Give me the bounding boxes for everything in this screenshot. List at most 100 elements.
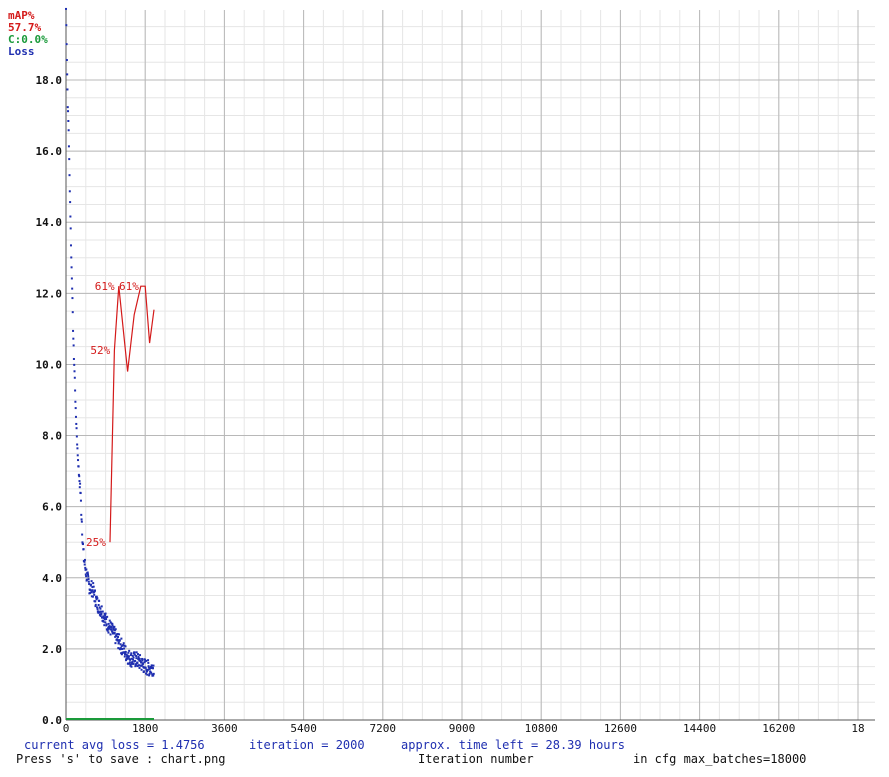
loss-point xyxy=(113,625,116,628)
loss-point xyxy=(100,612,103,615)
loss-point xyxy=(151,667,154,670)
loss-point xyxy=(128,661,131,664)
loss-point xyxy=(140,668,143,671)
loss-point xyxy=(87,578,90,581)
loss-point xyxy=(69,215,72,218)
loss-point xyxy=(106,615,109,618)
loss-point xyxy=(104,614,107,617)
loss-point xyxy=(65,7,67,10)
loss-point xyxy=(142,670,145,673)
loss-point xyxy=(67,120,70,123)
loss-point xyxy=(70,266,73,269)
loss-point xyxy=(103,624,106,627)
loss-point xyxy=(71,297,74,300)
loss-point xyxy=(82,548,85,551)
x-tick-label: 1800 xyxy=(132,722,159,735)
loss-point xyxy=(86,571,89,574)
max-batches-text: in cfg max_batches=18000 xyxy=(633,752,807,766)
loss-point xyxy=(122,642,125,645)
loss-point xyxy=(105,623,108,626)
loss-point xyxy=(69,201,72,204)
loss-point xyxy=(111,622,114,625)
y-tick-label: 10.0 xyxy=(36,358,63,371)
loss-point xyxy=(87,580,90,583)
loss-point xyxy=(110,626,113,629)
loss-point xyxy=(138,657,141,660)
loss-point xyxy=(102,620,105,623)
loss-point xyxy=(72,337,75,340)
loss-point xyxy=(71,287,74,290)
legend-loss-label: Loss xyxy=(8,45,35,58)
loss-point xyxy=(116,639,119,642)
loss-point xyxy=(99,610,102,613)
loss-point xyxy=(83,563,86,566)
loss-point xyxy=(65,59,68,62)
loss-point xyxy=(75,435,78,438)
loss-point xyxy=(72,357,75,360)
loss-point xyxy=(108,619,111,622)
loss-point xyxy=(72,344,75,347)
loss-point xyxy=(72,329,75,332)
y-tick-label: 14.0 xyxy=(36,216,63,229)
loss-point xyxy=(121,647,124,650)
loss-point xyxy=(135,654,138,657)
loss-point xyxy=(133,651,136,654)
x-tick-label: 18 xyxy=(851,722,864,735)
loss-point xyxy=(152,672,155,675)
loss-point xyxy=(117,635,120,638)
loss-point xyxy=(82,543,85,546)
loss-point xyxy=(134,659,137,662)
map-annotation: 61% xyxy=(119,280,139,293)
loss-point xyxy=(79,482,82,485)
loss-point xyxy=(135,651,138,654)
save-hint-text: Press 's' to save : chart.png xyxy=(16,752,226,766)
loss-point xyxy=(66,73,69,76)
loss-point xyxy=(96,608,99,611)
loss-point xyxy=(92,582,95,585)
loss-point xyxy=(144,666,147,669)
loss-point xyxy=(100,605,103,608)
loss-point xyxy=(67,145,70,148)
loss-point xyxy=(69,227,72,230)
loss-point xyxy=(118,633,121,636)
loss-point xyxy=(70,277,73,280)
loss-point xyxy=(74,407,77,410)
loss-point xyxy=(77,465,80,468)
loss-point xyxy=(119,643,122,646)
loss-point xyxy=(127,655,130,658)
loss-point xyxy=(94,600,97,603)
x-tick-label: 12600 xyxy=(604,722,637,735)
loss-point xyxy=(68,190,71,193)
loss-point xyxy=(123,655,126,658)
loss-point xyxy=(80,518,83,521)
loss-point xyxy=(90,580,93,583)
loss-point xyxy=(130,665,133,668)
loss-point xyxy=(107,631,110,634)
loss-point xyxy=(146,673,149,676)
loss-point xyxy=(136,653,139,656)
loss-point xyxy=(83,558,86,561)
loss-point xyxy=(114,628,117,631)
x-tick-label: 14400 xyxy=(683,722,716,735)
loss-point xyxy=(130,652,133,655)
loss-point xyxy=(93,593,96,596)
loss-point xyxy=(65,43,68,46)
loss-point xyxy=(98,599,101,602)
loss-point xyxy=(147,661,150,664)
x-tick-label: 5400 xyxy=(290,722,317,735)
loss-point xyxy=(74,415,77,418)
loss-point xyxy=(81,533,84,536)
loss-point xyxy=(93,589,96,592)
loss-point xyxy=(73,363,76,366)
loss-point xyxy=(118,639,121,642)
loss-point xyxy=(73,370,76,373)
loss-point xyxy=(94,603,97,606)
loss-point xyxy=(74,400,77,403)
loss-point xyxy=(67,129,70,132)
plot-background xyxy=(0,0,889,740)
loss-point xyxy=(128,649,131,652)
loss-point xyxy=(80,513,83,516)
loss-point xyxy=(85,575,88,578)
loss-point xyxy=(136,662,139,665)
loss-point xyxy=(105,618,108,621)
